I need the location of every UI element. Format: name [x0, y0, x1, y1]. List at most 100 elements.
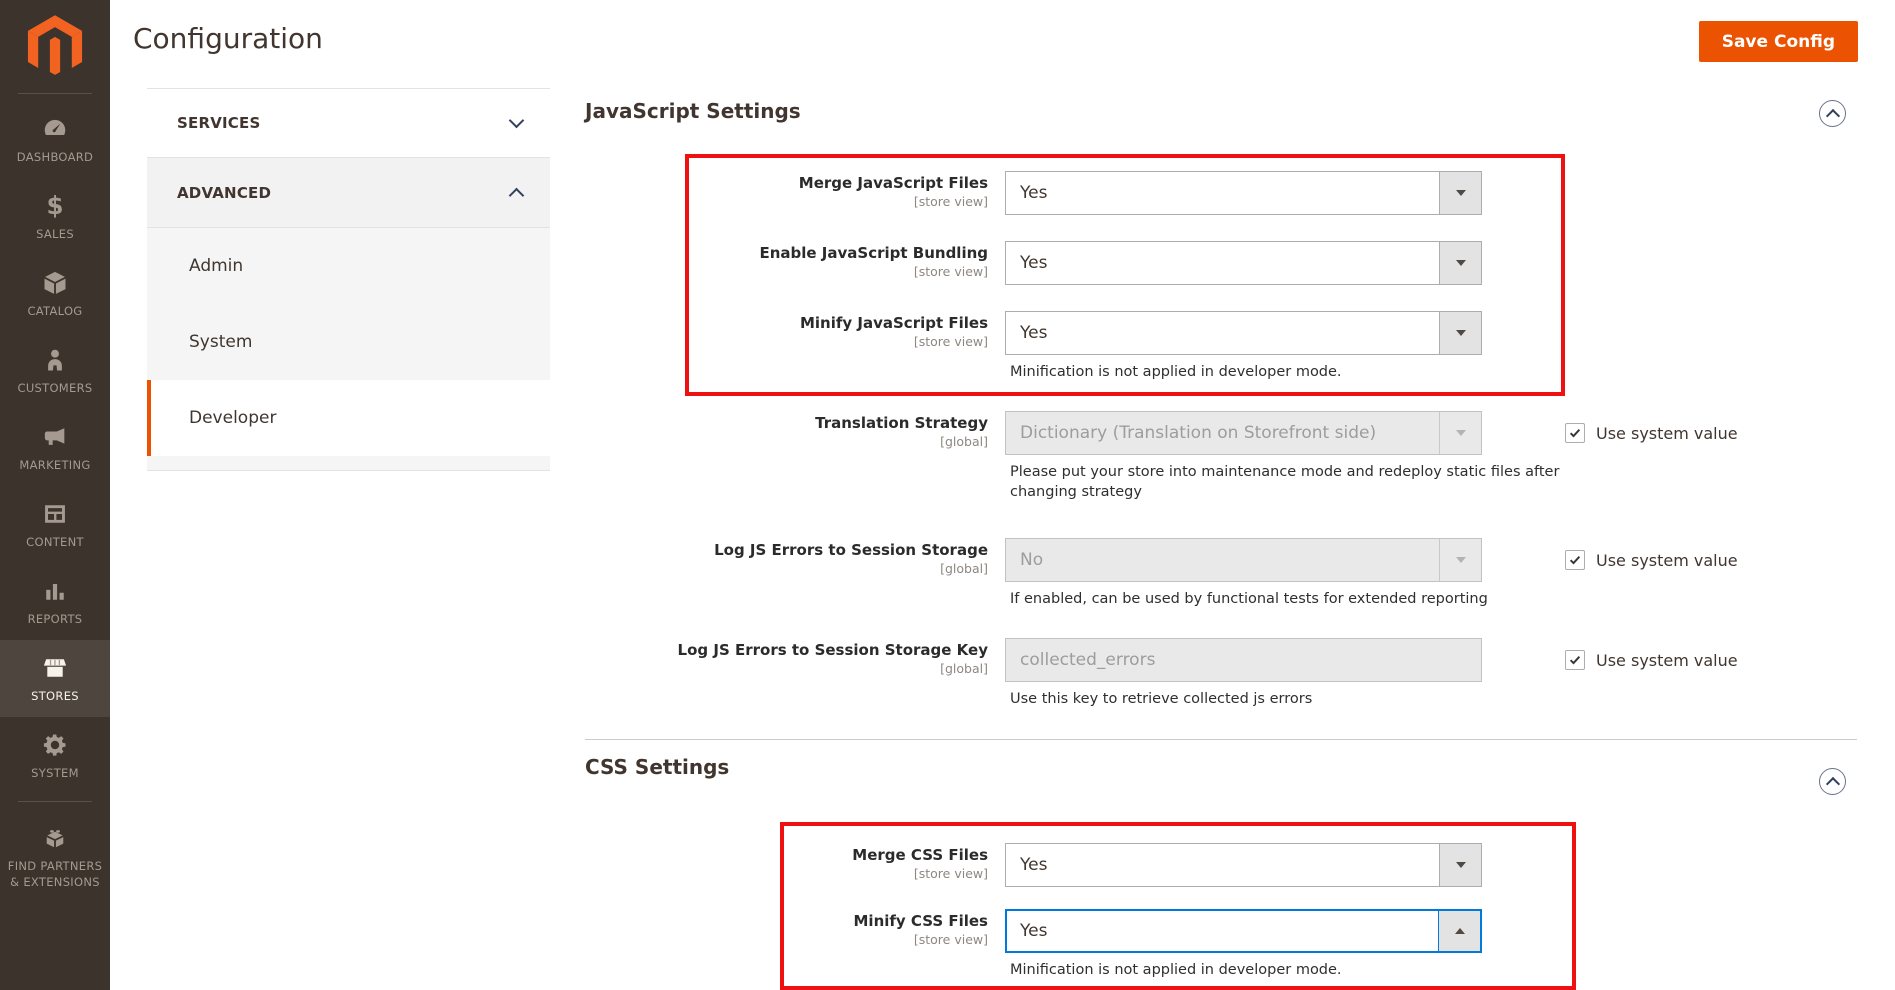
field-select-translation-strategy: Dictionary (Translation on Storefront si…: [1005, 411, 1482, 455]
use-system-value-label: Use system value: [1596, 651, 1738, 670]
checkbox-checked-icon[interactable]: [1565, 550, 1585, 570]
field-scope: [store view]: [585, 334, 988, 349]
section-divider: [585, 739, 1857, 740]
sidebar-item-label: DASHBOARD: [13, 150, 97, 166]
save-config-button[interactable]: Save Config: [1699, 21, 1858, 62]
svg-text:$: $: [46, 192, 63, 220]
sidebar-item-label: MARKETING: [15, 458, 94, 474]
field-label: Translation Strategy: [585, 414, 988, 433]
marketing-icon: [41, 422, 69, 452]
field-scope: [store view]: [585, 866, 988, 881]
chevron-up-icon: [1825, 108, 1839, 122]
select-arrow-button[interactable]: [1439, 172, 1481, 214]
collapse-css-section-button[interactable]: [1819, 768, 1846, 795]
sidebar-item-customers[interactable]: CUSTOMERS: [0, 332, 110, 409]
collapse-javascript-section-button[interactable]: [1819, 100, 1846, 127]
field-select-enable-javascript-bundling[interactable]: Yes: [1005, 241, 1482, 285]
field-value: Yes: [1020, 921, 1047, 941]
select-arrow-button: [1439, 412, 1481, 454]
sidebar-item-label: STORES: [27, 689, 83, 705]
config-nav-item-label: Developer: [189, 408, 276, 428]
field-label: Minify JavaScript Files: [585, 314, 988, 333]
field-value: collected_errors: [1020, 650, 1155, 670]
field-value: Yes: [1020, 855, 1047, 875]
page-header: Configuration Save Config: [110, 0, 1895, 88]
config-nav-item-admin[interactable]: Admin: [147, 228, 550, 304]
field-select-minify-css-files[interactable]: Yes: [1005, 909, 1482, 953]
sidebar-item-label: CONTENT: [22, 535, 88, 551]
sidebar-divider: [18, 801, 92, 802]
field-note: Please put your store into maintenance m…: [1010, 462, 1585, 503]
sidebar-item-label: SALES: [32, 227, 78, 243]
sidebar-item-stores[interactable]: STORES: [0, 640, 110, 717]
field-label: Log JS Errors to Session Storage: [585, 541, 988, 560]
checkbox-checked-icon[interactable]: [1565, 650, 1585, 670]
field-scope: [store view]: [585, 194, 988, 209]
field-select-log-js-errors-to-session-storage: No: [1005, 538, 1482, 582]
form-row-minify-javascript-files: Minify JavaScript Files[store view] Yes: [585, 311, 1857, 355]
main-menu: DASHBOARD $ SALES CATALOGCUSTOMERS MARKETING…: [0, 101, 110, 794]
config-nav-group-services[interactable]: SERVICES: [147, 88, 550, 158]
sidebar-item-label: REPORTS: [24, 612, 87, 628]
field-label-block: Translation Strategy[global]: [585, 414, 988, 449]
section-title-javascript: JavaScript Settings: [585, 99, 801, 123]
sidebar-item-marketing[interactable]: MARKETING: [0, 409, 110, 486]
sidebar-item-catalog[interactable]: CATALOG: [0, 255, 110, 332]
form-row-minify-css-files: Minify CSS Files[store view] Yes: [585, 909, 1857, 953]
field-label: Log JS Errors to Session Storage Key: [585, 641, 988, 660]
triangle-down-icon: [1456, 260, 1466, 266]
config-nav-item-label: System: [189, 332, 252, 352]
triangle-down-icon: [1456, 190, 1466, 196]
use-system-value-checkbox[interactable]: Use system value: [1565, 650, 1738, 670]
field-label: Merge JavaScript Files: [585, 174, 988, 193]
select-arrow-button[interactable]: [1438, 911, 1480, 951]
select-arrow-button[interactable]: [1439, 312, 1481, 354]
magento-logo[interactable]: [0, 0, 110, 86]
sidebar-item-content[interactable]: CONTENT: [0, 486, 110, 563]
form-row-merge-css-files: Merge CSS Files[store view] Yes: [585, 843, 1857, 887]
config-nav-group-advanced[interactable]: ADVANCED: [147, 158, 550, 228]
field-scope: [store view]: [585, 932, 988, 947]
field-label-block: Merge CSS Files[store view]: [585, 846, 988, 881]
config-nav-item-label: Admin: [189, 256, 243, 276]
sidebar-item-sales[interactable]: $ SALES: [0, 178, 110, 255]
use-system-value-label: Use system value: [1596, 551, 1738, 570]
sidebar-item-label: SYSTEM: [27, 766, 83, 782]
sidebar-item-dashboard[interactable]: DASHBOARD: [0, 101, 110, 178]
system-icon: [41, 730, 69, 760]
use-system-value-checkbox[interactable]: Use system value: [1565, 550, 1738, 570]
field-select-merge-css-files[interactable]: Yes: [1005, 843, 1482, 887]
form-row-merge-javascript-files: Merge JavaScript Files[store view] Yes: [585, 171, 1857, 215]
field-value: Yes: [1020, 323, 1047, 343]
config-nav-item-system[interactable]: System: [147, 304, 550, 380]
content-icon: [41, 499, 69, 529]
triangle-down-icon: [1456, 557, 1466, 563]
field-scope: [global]: [585, 561, 988, 576]
field-label-block: Log JS Errors to Session Storage[global]: [585, 541, 988, 576]
field-select-merge-javascript-files[interactable]: Yes: [1005, 171, 1482, 215]
field-note: Minification is not applied in developer…: [1010, 960, 1342, 980]
config-nav-item-developer[interactable]: Developer: [147, 380, 550, 456]
field-value: No: [1020, 550, 1043, 570]
field-select-minify-javascript-files[interactable]: Yes: [1005, 311, 1482, 355]
stores-icon: [41, 653, 69, 683]
field-note: If enabled, can be used by functional te…: [1010, 589, 1488, 609]
use-system-value-checkbox[interactable]: Use system value: [1565, 423, 1738, 443]
select-arrow-button[interactable]: [1439, 844, 1481, 886]
field-label-block: Log JS Errors to Session Storage Key[glo…: [585, 641, 988, 676]
field-value: Dictionary (Translation on Storefront si…: [1020, 423, 1376, 443]
sidebar-item-find-partners-extensions[interactable]: FIND PARTNERS & EXTENSIONS: [0, 809, 110, 905]
field-label-block: Minify JavaScript Files[store view]: [585, 314, 988, 349]
sidebar-item-system[interactable]: SYSTEM: [0, 717, 110, 794]
field-scope: [global]: [585, 434, 988, 449]
field-label: Merge CSS Files: [585, 846, 988, 865]
select-arrow-button[interactable]: [1439, 242, 1481, 284]
chevron-up-icon: [1825, 776, 1839, 790]
field-note: Use this key to retrieve collected js er…: [1010, 689, 1312, 709]
sidebar-item-reports[interactable]: REPORTS: [0, 563, 110, 640]
triangle-up-icon: [1455, 928, 1465, 934]
config-nav-group-label: ADVANCED: [177, 184, 271, 202]
field-label: Minify CSS Files: [585, 912, 988, 931]
checkbox-checked-icon[interactable]: [1565, 423, 1585, 443]
dashboard-icon: [41, 114, 69, 144]
